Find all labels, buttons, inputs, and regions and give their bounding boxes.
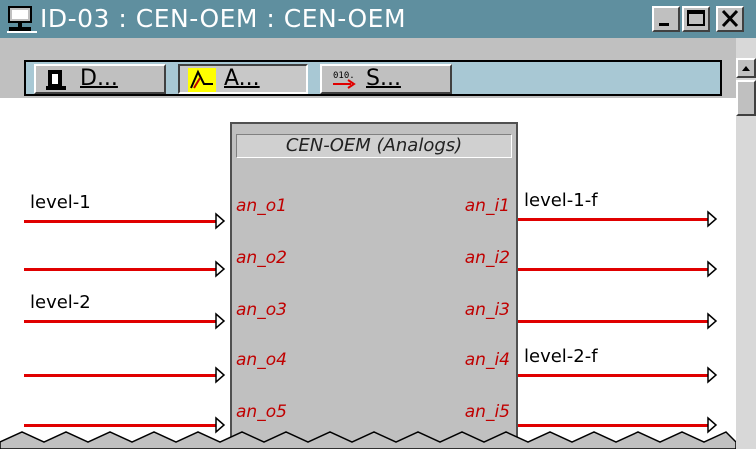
serial-button-label: S... [366, 66, 401, 91]
maximize-button[interactable] [682, 6, 710, 32]
serial-icon: 010. [333, 71, 356, 89]
pin-an-o1[interactable]: an_o1 [236, 196, 287, 216]
scroll-up-button[interactable] [736, 58, 756, 78]
pin-an-o2[interactable]: an_o2 [236, 248, 287, 268]
maximize-icon [687, 10, 705, 26]
pin-an-o5[interactable]: an_o5 [236, 402, 287, 422]
block-title-box: CEN-OEM (Analogs) [236, 134, 512, 158]
signal-label[interactable]: level-2 [30, 292, 91, 313]
cen-oem-analogs-block[interactable]: CEN-OEM (Analogs) an_o1 an_o2 an_o3 an_o… [230, 122, 518, 449]
block-title: CEN-OEM (Analogs) [285, 135, 463, 156]
close-icon [721, 9, 739, 28]
pin-an-o3[interactable]: an_o3 [236, 300, 287, 320]
toolbar: D... A... 010. S... [24, 60, 722, 96]
signal-label[interactable]: level-1-f [524, 190, 598, 211]
window-title: ID-03 : CEN-OEM : CEN-OEM [40, 4, 407, 33]
analog-button-label: A... [224, 66, 260, 91]
digital-button[interactable]: D... [34, 64, 166, 94]
serial-button[interactable]: 010. S... [320, 64, 452, 94]
minimize-button[interactable] [652, 6, 680, 32]
digital-icon [46, 70, 66, 90]
pin-an-i2[interactable]: an_i2 [465, 248, 510, 268]
digital-button-label: D... [80, 66, 118, 91]
svg-text:010.: 010. [333, 71, 355, 81]
pin-an-o4[interactable]: an_o4 [236, 350, 287, 370]
pin-an-i4[interactable]: an_i4 [465, 350, 510, 370]
torn-edge [0, 431, 736, 449]
signal-label[interactable]: level-2-f [524, 346, 598, 367]
program-window: ID-03 : CEN-OEM : CEN-OEM D... A... 010.… [0, 0, 756, 449]
vertical-scrollbar[interactable] [736, 38, 756, 449]
diagram-canvas[interactable]: level-1 level-2 level-1-f level-2-f CEN-… [0, 98, 736, 449]
pin-an-i3[interactable]: an_i3 [465, 300, 510, 320]
analog-icon [188, 68, 216, 92]
pin-an-i1[interactable]: an_i1 [465, 196, 510, 216]
minimize-icon [659, 23, 669, 26]
arrow-up-icon [742, 66, 750, 71]
computer-icon[interactable] [6, 4, 38, 34]
analog-button[interactable]: A... [178, 64, 308, 94]
title-bar[interactable]: ID-03 : CEN-OEM : CEN-OEM [0, 0, 756, 39]
toolbar-area: D... A... 010. S... [0, 38, 736, 98]
close-button[interactable] [716, 6, 744, 32]
pin-an-i5[interactable]: an_i5 [465, 402, 510, 422]
signal-label[interactable]: level-1 [30, 192, 91, 213]
scroll-thumb[interactable] [736, 80, 756, 116]
